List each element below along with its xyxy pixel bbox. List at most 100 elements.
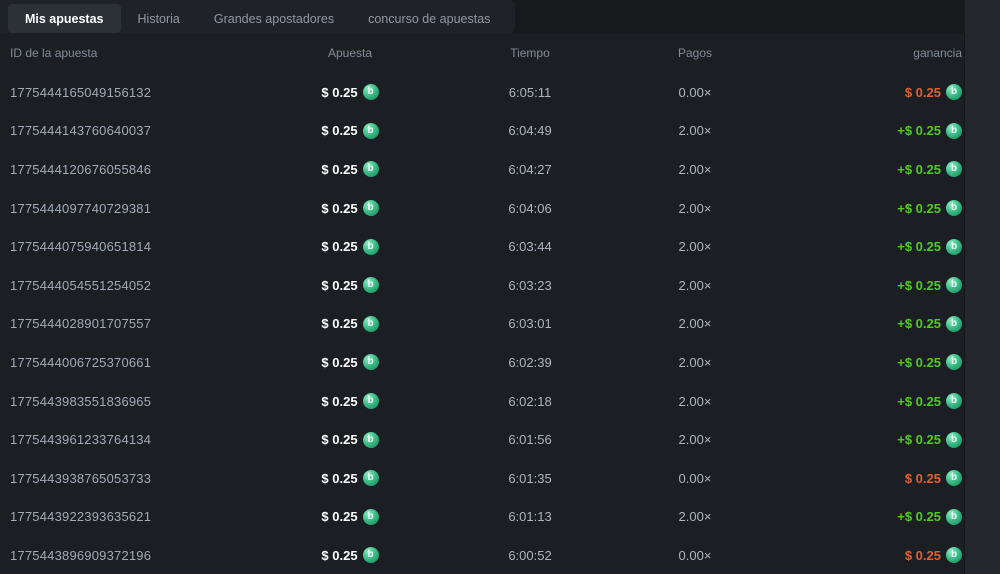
coin-icon: b: [362, 238, 379, 255]
bet-id: 1775443922393635621: [10, 509, 152, 525]
bet-amount: $ 0.25: [321, 509, 358, 525]
bet-row[interactable]: 1775443983551836965 $ 0.25 b 6:02:18 2.0…: [0, 382, 964, 421]
bet-amount-cell: $ 0.25 b: [321, 84, 379, 101]
tab-mis-apuestas[interactable]: Mis apuestas: [8, 4, 121, 33]
bet-amount-cell: $ 0.25 b: [321, 547, 379, 564]
bet-id: 1775444028901707557: [10, 316, 152, 332]
bet-id: 1775443938765053733: [10, 470, 152, 486]
bet-id: 1775444097740729381: [10, 200, 152, 216]
bet-time: 6:05:11: [508, 84, 552, 100]
coin-icon: b: [362, 470, 379, 487]
bet-time: 6:03:44: [508, 239, 552, 255]
bet-payout: 0.00×: [678, 84, 712, 100]
bets-table: ID de la apuesta Apuesta Tiempo Pagos ga…: [0, 33, 964, 574]
bet-amount: $ 0.25: [321, 200, 358, 216]
header-payout: Pagos: [677, 46, 713, 60]
profit-amount: $ 0.25: [904, 470, 941, 486]
bet-row[interactable]: 1775443938765053733 $ 0.25 b 6:01:35 0.0…: [0, 459, 964, 498]
bet-amount-cell: $ 0.25 b: [321, 354, 379, 371]
profit-amount: +$ 0.25: [897, 393, 941, 409]
bet-amount: $ 0.25: [321, 161, 358, 177]
bet-amount: $ 0.25: [321, 470, 358, 486]
profit-amount: +$ 0.25: [897, 123, 941, 139]
profit-amount: $ 0.25: [904, 84, 941, 100]
bet-payout: 0.00×: [678, 470, 712, 486]
bet-amount: $ 0.25: [321, 123, 358, 139]
bet-row[interactable]: 1775443961233764134 $ 0.25 b 6:01:56 2.0…: [0, 420, 964, 459]
bet-row[interactable]: 1775444028901707557 $ 0.25 b 6:03:01 2.0…: [0, 305, 964, 344]
tab-grandes-apostadores[interactable]: Grandes apostadores: [197, 4, 351, 33]
bet-payout: 0.00×: [678, 547, 712, 563]
profit-amount: +$ 0.25: [897, 316, 941, 332]
bet-amount: $ 0.25: [321, 84, 358, 100]
coin-icon: b: [946, 84, 962, 101]
profit-amount: +$ 0.25: [897, 277, 941, 293]
header-bet-id: ID de la apuesta: [10, 46, 98, 60]
bet-amount-cell: $ 0.25 b: [321, 315, 379, 332]
header-profit: ganancia: [913, 46, 962, 60]
bet-row[interactable]: 1775444120676055846 $ 0.25 b 6:04:27 2.0…: [0, 150, 964, 189]
bet-time: 6:00:52: [508, 547, 552, 563]
profit-cell: +$ 0.25 b: [897, 393, 962, 410]
coin-icon: b: [946, 393, 962, 410]
header-bet: Apuesta: [327, 46, 373, 60]
bet-payout: 2.00×: [678, 509, 712, 525]
coin-icon: b: [362, 431, 379, 448]
profit-cell: +$ 0.25 b: [897, 200, 962, 217]
profit-amount: +$ 0.25: [897, 432, 941, 448]
bet-id: 1775444165049156132: [10, 84, 152, 100]
bet-payout: 2.00×: [678, 354, 712, 370]
bets-table-body: 1775444165049156132 $ 0.25 b 6:05:11 0.0…: [0, 73, 964, 574]
bet-amount: $ 0.25: [321, 393, 358, 409]
bet-row[interactable]: 1775444097740729381 $ 0.25 b 6:04:06 2.0…: [0, 189, 964, 228]
bet-row[interactable]: 1775444006725370661 $ 0.25 b 6:02:39 2.0…: [0, 343, 964, 382]
coin-icon: b: [362, 547, 379, 564]
tab-concurso-de-apuestas[interactable]: concurso de apuestas: [351, 4, 507, 33]
bets-content: Mis apuestas Historia Grandes apostadores c…: [0, 0, 964, 574]
coin-icon: b: [946, 354, 962, 371]
bet-row[interactable]: 1775444075940651814 $ 0.25 b 6:03:44 2.0…: [0, 227, 964, 266]
coin-icon: b: [362, 200, 379, 217]
bet-amount: $ 0.25: [321, 239, 358, 255]
coin-icon: b: [946, 238, 962, 255]
bet-payout: 2.00×: [678, 393, 712, 409]
bet-time: 6:01:56: [508, 432, 552, 448]
bet-amount-cell: $ 0.25 b: [321, 161, 379, 178]
bet-row[interactable]: 1775444143760640037 $ 0.25 b 6:04:49 2.0…: [0, 112, 964, 151]
bet-row[interactable]: 1775443922393635621 $ 0.25 b 6:01:13 2.0…: [0, 498, 964, 537]
bet-row[interactable]: 1775444054551254052 $ 0.25 b 6:03:23 2.0…: [0, 266, 964, 305]
coin-icon: b: [946, 508, 962, 525]
bet-id: 1775444143760640037: [10, 123, 152, 139]
bet-amount-cell: $ 0.25 b: [321, 277, 379, 294]
bet-amount-cell: $ 0.25 b: [321, 470, 379, 487]
bet-payout: 2.00×: [678, 316, 712, 332]
bet-amount-cell: $ 0.25 b: [321, 393, 379, 410]
page-background-strip: [964, 0, 1000, 574]
bet-amount: $ 0.25: [321, 316, 358, 332]
bet-amount-cell: $ 0.25 b: [321, 122, 379, 139]
profit-cell: +$ 0.25 b: [897, 431, 962, 448]
bet-id: 1775444054551254052: [10, 277, 152, 293]
bet-amount-cell: $ 0.25 b: [321, 200, 379, 217]
bets-panel: Mis apuestas Historia Grandes apostadores c…: [0, 0, 1000, 574]
coin-icon: b: [946, 122, 962, 139]
bet-amount: $ 0.25: [321, 547, 358, 563]
bet-id: 1775444006725370661: [10, 354, 152, 370]
profit-amount: +$ 0.25: [897, 161, 941, 177]
coin-icon: b: [946, 547, 962, 564]
coin-icon: b: [946, 277, 962, 294]
profit-cell: +$ 0.25 b: [897, 161, 962, 178]
bet-amount: $ 0.25: [321, 277, 358, 293]
tab-historia[interactable]: Historia: [121, 4, 197, 33]
bet-row[interactable]: 1775444165049156132 $ 0.25 b 6:05:11 0.0…: [0, 73, 964, 112]
bet-time: 6:01:35: [508, 470, 552, 486]
bet-id: 1775443961233764134: [10, 432, 152, 448]
profit-amount: +$ 0.25: [897, 509, 941, 525]
coin-icon: b: [362, 161, 379, 178]
profit-cell: +$ 0.25 b: [897, 508, 962, 525]
profit-cell: +$ 0.25 b: [897, 238, 962, 255]
coin-icon: b: [946, 200, 962, 217]
coin-icon: b: [362, 508, 379, 525]
profit-amount: $ 0.25: [904, 547, 941, 563]
bet-row[interactable]: 1775443896909372196 $ 0.25 b 6:00:52 0.0…: [0, 536, 964, 574]
